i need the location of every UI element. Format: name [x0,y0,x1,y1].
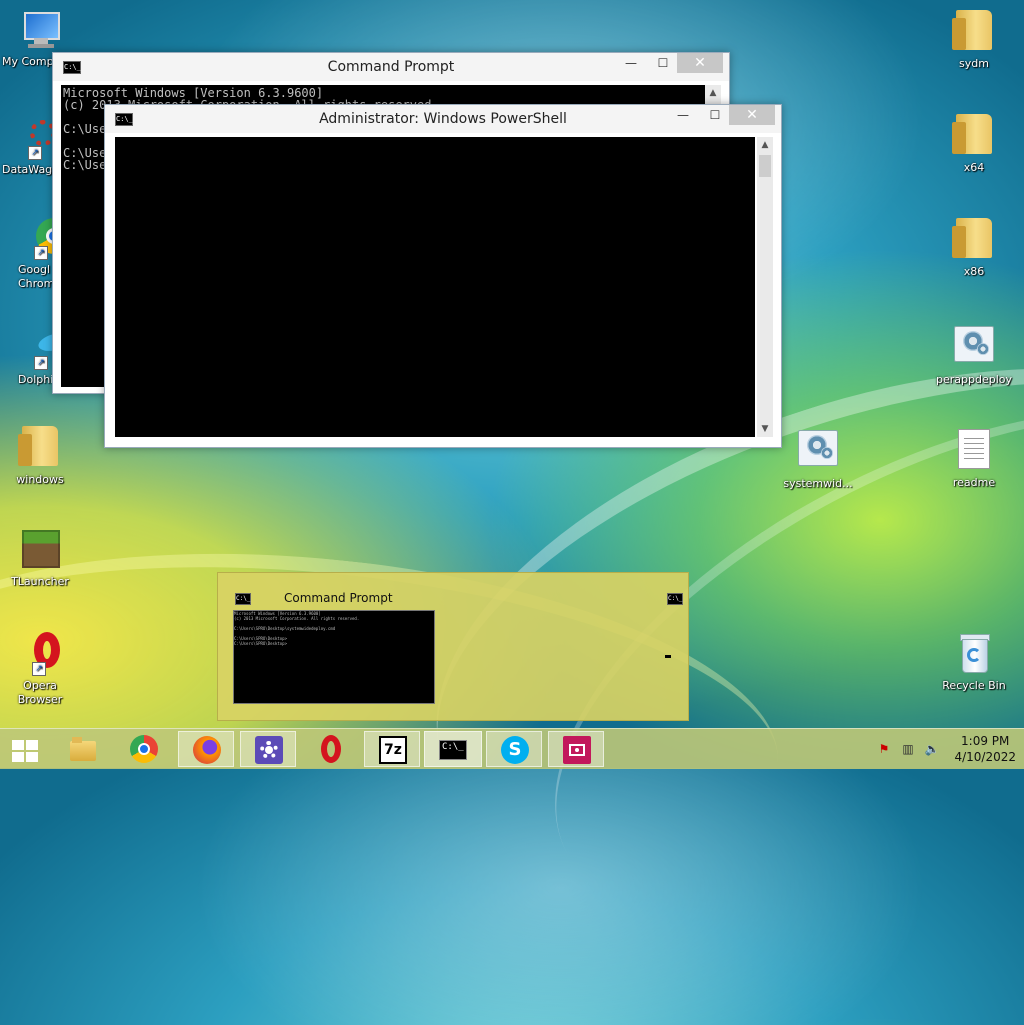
windows-logo-icon [12,740,38,762]
close-button[interactable]: ✕ [729,105,775,125]
scroll-up-icon[interactable]: ▲ [705,85,721,101]
action-center-flag-icon[interactable]: ⚑ [876,741,892,757]
desktop-icon-readme[interactable]: readme [934,426,1014,490]
preview-title: Command Prompt [284,591,393,605]
shortcut-arrow-icon: ↗ [28,146,42,160]
gear-icon [255,736,283,764]
taskbar: 7z C:\_ S ⚑ ▥ 🔈 1:09 PM 4/10/2022 [0,728,1024,769]
desktop-icon-label: TLauncher [11,575,69,588]
desktop-icon-windows-folder[interactable]: windows [0,424,80,487]
scroll-up-icon[interactable]: ▲ [757,137,773,153]
desktop-icon-label: x64 [963,161,985,174]
maximize-button[interactable]: ☐ [701,105,729,125]
desktop-icon-label: perappdeploy [935,373,1012,386]
desktop-icon-label: Recycle Bin [942,679,1006,692]
recycle-bin-icon [952,632,996,676]
computer-icon [18,8,62,52]
desktop-icon-label: x86 [963,265,985,278]
volume-muted-icon[interactable]: 🔈 [924,741,940,757]
taskbar-firefox[interactable] [178,731,234,767]
cmd-app-icon: C:\_ [667,593,683,605]
window-titlebar[interactable]: C:\_ Command Prompt — ☐ ✕ [53,53,729,81]
cmd-app-icon: C:\_ [235,593,251,605]
desktop-icon-perappdeploy[interactable]: perappdeploy [928,322,1020,387]
preview-thumbnail[interactable]: Microsoft Windows [Version 6.3.9600] (c)… [233,610,435,704]
config-settings-icon [952,326,996,370]
opera-icon [316,735,344,763]
config-settings-icon [796,430,840,474]
folder-icon [952,10,996,54]
taskbar-clock[interactable]: 1:09 PM 4/10/2022 [954,733,1016,765]
desktop-icon-label: windows [16,473,64,486]
taskbar-skype[interactable]: S [486,731,542,767]
desktop-icon-tlauncher[interactable]: TLauncher [0,528,80,589]
desktop-icon-label: sydm [959,57,989,70]
taskbar-settings[interactable] [240,731,296,767]
taskbar-app[interactable] [548,731,604,767]
folder-icon [952,114,996,158]
opera-icon: ↗ [18,632,62,676]
desktop-icon-x64-folder[interactable]: x64 [934,112,1014,175]
desktop-icon-recycle-bin[interactable]: Recycle Bin [934,632,1014,693]
minecraft-block-icon [18,528,62,572]
shortcut-arrow-icon: ↗ [34,356,48,370]
taskbar-opera[interactable] [302,731,358,767]
folder-icon [952,218,996,262]
clock-time: 1:09 PM [961,734,1010,748]
network-icon[interactable]: ▥ [900,741,916,757]
desktop-icon-label: readme [952,476,996,489]
clock-date: 4/10/2022 [954,750,1016,764]
skype-icon: S [501,736,529,764]
close-button[interactable]: ✕ [677,53,723,73]
desktop-icon-sydm-folder[interactable]: sydm [934,8,1014,71]
7zip-icon: 7z [379,736,407,764]
taskbar-thumbnail-preview[interactable]: C:\_ Command Prompt C:\_ Microsoft Windo… [217,572,689,721]
taskbar-file-explorer[interactable] [54,731,110,767]
cmd-icon: C:\_ [439,740,467,760]
firefox-icon [193,736,221,764]
minimize-button[interactable]: — [669,105,697,125]
maximize-button[interactable]: ☐ [649,53,677,73]
taskbar-7zip[interactable]: 7z [364,731,420,767]
chrome-icon [130,735,158,763]
window-titlebar[interactable]: C:\_ Administrator: Windows PowerShell —… [105,105,781,133]
scroll-thumb[interactable] [759,155,771,177]
desktop-icon-systemwide[interactable]: systemwid... [778,426,858,491]
shortcut-arrow-icon: ↗ [32,662,46,676]
shortcut-arrow-icon: ↗ [34,246,48,260]
text-document-icon [952,429,996,473]
folder-icon [18,426,62,470]
app-icon [563,736,591,764]
vertical-scrollbar[interactable]: ▲ ▼ [757,137,773,437]
preview-cursor-mark [665,655,671,658]
desktop-icon-x86-folder[interactable]: x86 [934,216,1014,279]
start-button[interactable] [0,731,50,767]
desktop-icon-label: Opera Browser [17,679,63,706]
scroll-down-icon[interactable]: ▼ [757,421,773,437]
taskbar-chrome[interactable] [116,731,172,767]
minimize-button[interactable]: — [617,53,645,73]
desktop-icon-opera[interactable]: ↗ Opera Browser [0,632,80,707]
powershell-window[interactable]: C:\_ Administrator: Windows PowerShell —… [104,104,782,448]
system-tray: ⚑ ▥ 🔈 1:09 PM 4/10/2022 [864,729,1024,769]
taskbar-command-prompt[interactable]: C:\_ [424,731,482,767]
console-output[interactable] [115,137,755,437]
desktop-icon-label: systemwid... [783,477,853,490]
folder-icon [68,735,96,763]
